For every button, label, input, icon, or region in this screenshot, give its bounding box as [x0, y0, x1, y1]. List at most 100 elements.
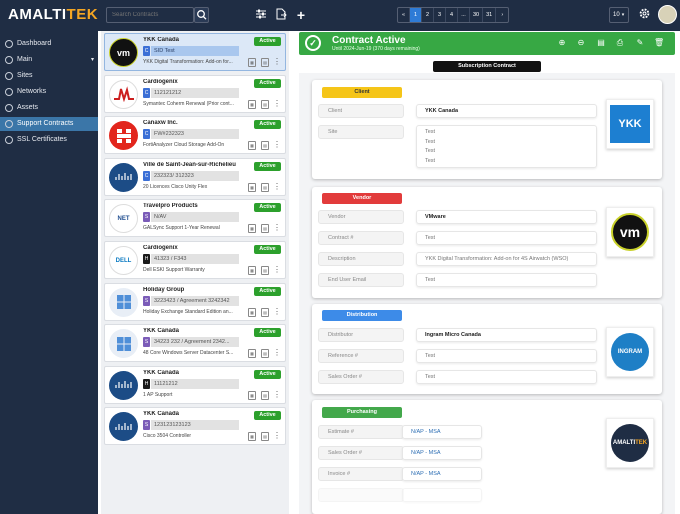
add-circle-icon[interactable]: ⊕ — [557, 38, 567, 48]
more-options-icon[interactable]: ⋮ — [273, 348, 281, 357]
remove-circle-icon[interactable]: ⊖ — [576, 38, 586, 48]
more-options-icon[interactable]: ⋮ — [273, 223, 281, 232]
filter-sliders-icon[interactable] — [253, 7, 269, 23]
next-page-button[interactable]: › — [496, 8, 508, 22]
more-options-icon[interactable]: ⋮ — [273, 307, 281, 316]
purchasing-sales-order-value[interactable]: N/AP - MSA — [402, 446, 482, 460]
app-logo[interactable]: AMALTITEK — [8, 6, 98, 23]
document-icon[interactable]: ▤ — [596, 38, 606, 48]
contract-card[interactable]: Cardiogenix C 112121212 Symantec Coherm Ren… — [104, 74, 286, 113]
page-4-button[interactable]: 4 — [446, 8, 458, 22]
vm-logo-icon: vm — [109, 38, 138, 67]
additional-field-value[interactable] — [402, 488, 482, 502]
grid-icon[interactable]: ▤ — [261, 349, 269, 359]
page-1-button[interactable]: 1 — [410, 8, 422, 22]
vendor-value[interactable]: VMware — [416, 210, 597, 224]
contract-type-badge: H — [143, 378, 150, 389]
grid-icon[interactable]: ▤ — [261, 307, 269, 317]
more-options-icon[interactable]: ⋮ — [273, 431, 281, 440]
windows-logo-icon — [109, 287, 138, 317]
vendor-label: Vendor — [318, 210, 404, 224]
calendar-icon[interactable]: ▦ — [248, 349, 256, 359]
grid-icon[interactable]: ▤ — [261, 182, 269, 192]
add-contract-button[interactable]: + — [293, 7, 309, 23]
tab-subscription-contract[interactable]: Subscription Contract — [433, 61, 541, 72]
grid-icon[interactable]: ▤ — [261, 432, 269, 442]
grid-icon[interactable]: ▤ — [261, 99, 269, 109]
contract-reference: 34223 232 / Agreement 2342... — [151, 337, 239, 348]
more-options-icon[interactable]: ⋮ — [273, 57, 281, 66]
sidebar-item-assets[interactable]: Assets — [0, 101, 98, 115]
contract-description: 48 Core Windows Server Datacenter S... — [143, 350, 234, 357]
site-value-list[interactable]: Test Test Test Test — [416, 125, 597, 168]
page-size-select[interactable]: 10 ▾ — [609, 7, 629, 23]
export-file-icon[interactable] — [273, 7, 289, 23]
reference-value[interactable]: Test — [416, 349, 597, 363]
sidebar-item-networks[interactable]: Networks — [0, 85, 98, 99]
contract-card[interactable]: NET Travelpro Products S N/AV GALSync Suppor… — [104, 199, 286, 238]
contract-card[interactable]: YKK Canada H 11121212 1 AP Support Active ▦ ▤ ⋮ — [104, 365, 286, 404]
contract-card[interactable]: Ville de Saint-Jean-sur-Richelieu C 232323… — [104, 157, 286, 196]
trash-icon[interactable]: 🗑 — [654, 38, 664, 48]
edit-icon[interactable]: ✎ — [635, 38, 645, 48]
sidebar-item-sites[interactable]: Sites — [0, 69, 98, 83]
contract-card[interactable]: YKK Canada S 123123123123 Cisco 3504 Contro… — [104, 407, 286, 446]
status-badge: Active — [254, 411, 281, 421]
contract-card[interactable]: vm YKK Canada C SID Test YKK Digital Transfo… — [104, 33, 286, 71]
grid-icon[interactable]: ▤ — [261, 390, 269, 400]
sidebar-item-support-contracts[interactable]: Support Contracts — [0, 117, 98, 131]
networks-icon — [5, 88, 13, 96]
grid-icon[interactable]: ▤ — [261, 141, 269, 151]
sidebar-item-dashboard[interactable]: Dashboard — [0, 37, 98, 51]
first-page-button[interactable]: « — [398, 8, 410, 22]
calendar-icon[interactable]: ▦ — [248, 307, 256, 317]
more-options-icon[interactable]: ⋮ — [273, 140, 281, 149]
contract-card[interactable]: DELL Cardiogenix H 41323 / F343 Dell ESKI Su… — [104, 241, 286, 279]
contract-card[interactable]: Holiday Group S 3223423 / Agreement 324234… — [104, 282, 286, 321]
more-options-icon[interactable]: ⋮ — [273, 265, 281, 274]
description-value[interactable]: YKK Digital Transformation: Add-on for 4… — [416, 252, 597, 266]
calendar-icon[interactable]: ▦ — [248, 58, 256, 67]
contract-reference: 112121212 — [151, 87, 239, 98]
sidebar-item-main[interactable]: Main ▾ — [0, 53, 98, 67]
grid-icon[interactable]: ▤ — [261, 266, 269, 275]
grid-icon[interactable]: ▤ — [261, 224, 269, 234]
page-30-button[interactable]: 30 — [470, 8, 484, 22]
distribution-sales-order-value[interactable]: Test — [416, 370, 597, 384]
site-value: Test — [425, 157, 436, 164]
page-2-button[interactable]: 2 — [422, 8, 434, 22]
sidebar-item-ssl-certificates[interactable]: SSL Certificates — [0, 133, 98, 147]
search-input[interactable] — [106, 7, 194, 23]
more-options-icon[interactable]: ⋮ — [273, 99, 281, 108]
page-3-button[interactable]: 3 — [434, 8, 446, 22]
print-icon[interactable]: ⎙ — [615, 38, 625, 48]
end-user-email-value[interactable]: Test — [416, 273, 597, 287]
contract-client-name: Cardiogenix — [143, 245, 178, 251]
client-value[interactable]: YKK Canada — [416, 104, 597, 118]
settings-gear-icon[interactable] — [636, 7, 652, 23]
distributor-value[interactable]: Ingram Micro Canada — [416, 328, 597, 342]
calendar-icon[interactable]: ▦ — [248, 182, 256, 192]
calendar-icon[interactable]: ▦ — [248, 432, 256, 442]
calendar-icon[interactable]: ▦ — [248, 266, 256, 275]
calendar-icon[interactable]: ▦ — [248, 224, 256, 234]
invoice-value[interactable]: N/AP - MSA — [402, 467, 482, 481]
purchasing-sales-order-label: Sales Order # — [318, 446, 404, 460]
user-avatar[interactable] — [658, 5, 677, 24]
contract-number-value[interactable]: Test — [416, 231, 597, 245]
contract-description: 20 Licences Cisco Unity Flex — [143, 183, 208, 190]
calendar-icon[interactable]: ▦ — [248, 99, 256, 109]
more-options-icon[interactable]: ⋮ — [273, 390, 281, 399]
estimate-value[interactable]: N/AP - MSA — [402, 425, 482, 439]
search-button[interactable] — [194, 7, 209, 23]
more-options-icon[interactable]: ⋮ — [273, 182, 281, 191]
check-circle-icon: ✓ — [305, 35, 321, 51]
calendar-icon[interactable]: ▦ — [248, 390, 256, 400]
support-icon — [5, 120, 13, 128]
calendar-icon[interactable]: ▦ — [248, 141, 256, 151]
grid-icon[interactable]: ▤ — [261, 58, 269, 67]
contract-card[interactable]: YKK Canada S 34223 232 / Agreement 2342...… — [104, 324, 286, 363]
contract-card[interactable]: Canaxw Inc. C FW#232323 FortiAnalyzer Cloud… — [104, 116, 286, 155]
page-31-button[interactable]: 31 — [483, 8, 497, 22]
banner-subtitle: Until 2024-Jun-19 (370 days remaining) — [332, 46, 420, 52]
